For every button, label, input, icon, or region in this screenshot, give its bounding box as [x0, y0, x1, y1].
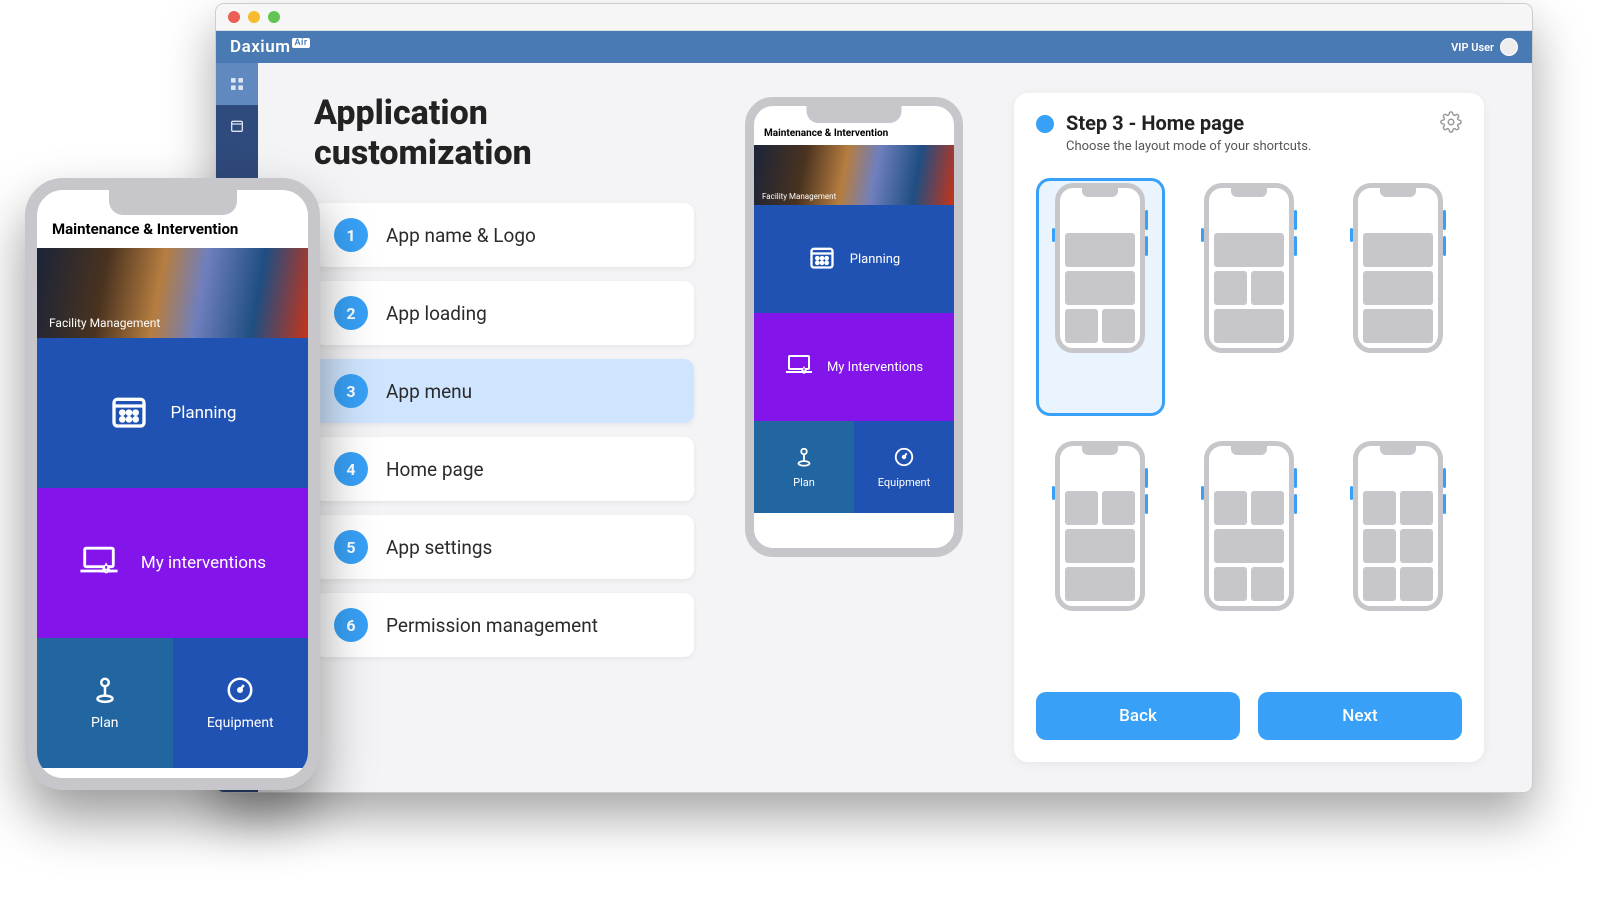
step-card-3[interactable]: 3 App menu — [314, 359, 694, 423]
large-phone-mockup: Maintenance & Intervention Facility Mana… — [25, 178, 320, 790]
large-phone-tile-half[interactable]: Plan — [37, 638, 173, 768]
preview-tile-half[interactable]: Equipment — [854, 421, 954, 513]
phone-notch-icon — [109, 189, 237, 215]
brand-logo: DaxiumAir — [230, 37, 310, 57]
layout-options-grid — [1036, 178, 1462, 674]
phone-preview: Maintenance & Intervention Facility Mana… — [745, 97, 963, 557]
preview-tile-label: Plan — [793, 476, 815, 489]
wizard-title: Step 3 - Home page — [1066, 111, 1311, 135]
preview-tile-half[interactable]: Plan — [754, 421, 854, 513]
window-titlebar — [216, 4, 1532, 31]
large-phone-tile[interactable]: My interventions — [37, 488, 308, 638]
preview-tile[interactable]: My Interventions — [754, 313, 954, 421]
calendar-icon — [109, 391, 149, 436]
step-label: Home page — [386, 458, 484, 481]
layout-option-3[interactable] — [1333, 178, 1462, 416]
step-label: App loading — [386, 302, 487, 325]
window-close-icon[interactable] — [228, 11, 240, 23]
step-label: App name & Logo — [386, 224, 536, 247]
step-number-badge: 6 — [334, 608, 368, 642]
layout-mini-phone-icon — [1204, 441, 1294, 611]
layout-option-4[interactable] — [1036, 436, 1165, 674]
wizard-subtitle: Choose the layout mode of your shortcuts… — [1066, 139, 1311, 154]
large-phone-banner: Facility Management — [37, 248, 308, 338]
step-label: Permission management — [386, 614, 598, 637]
layout-mini-phone-icon — [1204, 183, 1294, 353]
step-card-5[interactable]: 5 App settings — [314, 515, 694, 579]
preview-tile-label: Planning — [850, 252, 900, 267]
wizard-step-bullet-icon — [1036, 115, 1054, 133]
steps-list: 1 App name & Logo 2 App loading 3 App menu 4 Ho… — [314, 203, 694, 657]
layout-mini-phone-icon — [1353, 183, 1443, 353]
step-number-badge: 5 — [334, 530, 368, 564]
layout-mini-phone-icon — [1353, 441, 1443, 611]
user-label: VIP User — [1451, 41, 1494, 54]
layout-mini-phone-icon — [1055, 441, 1145, 611]
preview-tile-label: My Interventions — [827, 360, 923, 375]
large-phone-banner-label: Facility Management — [49, 316, 160, 330]
step-card-4[interactable]: 4 Home page — [314, 437, 694, 501]
step-label: App menu — [386, 380, 472, 403]
step-number-badge: 2 — [334, 296, 368, 330]
step-number-badge: 3 — [334, 374, 368, 408]
app-window: DaxiumAir VIP User Application customiza… — [215, 3, 1533, 793]
app-topbar: DaxiumAir VIP User — [216, 31, 1532, 63]
nav-grid-icon[interactable] — [216, 63, 258, 105]
phone-notch-icon — [807, 105, 902, 123]
laptop-warn-icon — [79, 541, 119, 586]
layout-mini-phone-icon — [1055, 183, 1145, 353]
next-button[interactable]: Next — [1258, 692, 1462, 740]
nav-calendar-icon[interactable] — [216, 105, 258, 147]
window-maximize-icon[interactable] — [268, 11, 280, 23]
back-button[interactable]: Back — [1036, 692, 1240, 740]
page-title: Application customization — [314, 93, 694, 173]
wizard-panel: Step 3 - Home page Choose the layout mod… — [1014, 93, 1484, 762]
gauge-icon — [225, 675, 255, 709]
window-minimize-icon[interactable] — [248, 11, 260, 23]
step-card-2[interactable]: 2 App loading — [314, 281, 694, 345]
gauge-icon — [893, 446, 915, 471]
laptop-warn-icon — [785, 351, 813, 383]
preview-tile-label: Equipment — [878, 476, 930, 489]
phone-preview-column: Maintenance & Intervention Facility Mana… — [734, 93, 974, 762]
preview-banner: Facility Management — [754, 145, 954, 205]
calendar-icon — [808, 243, 836, 275]
main-content: Application customization 1 App name & Lo… — [258, 63, 1532, 792]
large-phone-tile-label: Equipment — [207, 715, 274, 731]
user-menu[interactable]: VIP User — [1451, 38, 1518, 56]
preview-tile[interactable]: Planning — [754, 205, 954, 313]
step-label: App settings — [386, 536, 492, 559]
gear-icon[interactable] — [1440, 111, 1462, 137]
pin-icon — [793, 446, 815, 471]
layout-option-2[interactable] — [1185, 178, 1314, 416]
layout-option-1[interactable] — [1036, 178, 1165, 416]
step-card-1[interactable]: 1 App name & Logo — [314, 203, 694, 267]
avatar-icon — [1500, 38, 1518, 56]
large-phone-tile-label: My interventions — [141, 553, 266, 573]
step-card-6[interactable]: 6 Permission management — [314, 593, 694, 657]
layout-option-6[interactable] — [1333, 436, 1462, 674]
step-number-badge: 1 — [334, 218, 368, 252]
pin-icon — [90, 675, 120, 709]
step-number-badge: 4 — [334, 452, 368, 486]
layout-option-5[interactable] — [1185, 436, 1314, 674]
large-phone-tile-half[interactable]: Equipment — [173, 638, 309, 768]
large-phone-tile-label: Plan — [91, 715, 119, 731]
large-phone-tile-label: Planning — [171, 403, 237, 423]
preview-banner-label: Facility Management — [762, 192, 836, 201]
large-phone-tile[interactable]: Planning — [37, 338, 308, 488]
